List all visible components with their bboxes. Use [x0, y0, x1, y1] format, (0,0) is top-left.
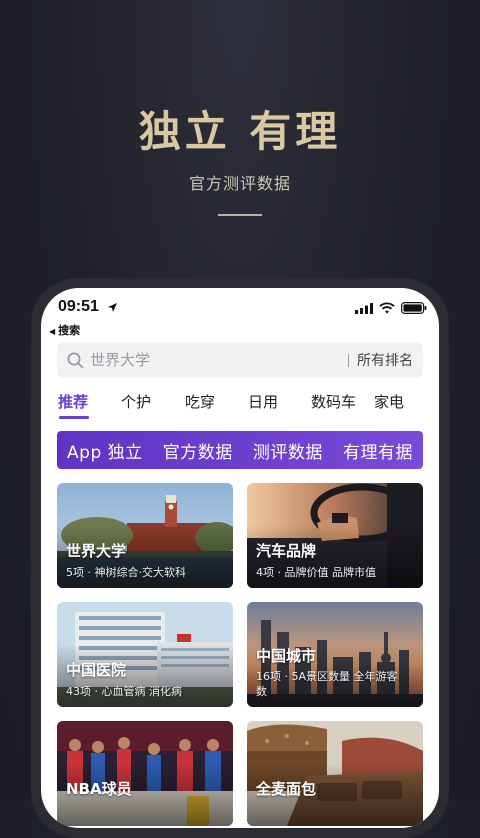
card-desc: 5项 · 神树综合·交大软科: [66, 566, 186, 579]
search-input[interactable]: 世界大学: [90, 349, 150, 370]
back-triangle-icon: ◀: [49, 327, 56, 336]
card-title: 全麦面包: [256, 780, 317, 798]
tab-active-indicator: [59, 416, 89, 419]
card-china-cities[interactable]: 中国城市 16项 · 5A景区数量 全年游客数: [247, 602, 423, 707]
card-title: 世界大学: [66, 542, 127, 560]
search-icon: [67, 352, 84, 369]
signal-icon: [355, 302, 373, 314]
hero-subtitle: 官方测评数据: [188, 174, 291, 193]
banner-item: 测评数据: [252, 442, 323, 463]
tab-appliances[interactable]: 家电: [374, 391, 404, 412]
card-desc: 43项 · 心血管病 消化病: [66, 685, 182, 698]
status-bar: 09:51: [41, 298, 439, 322]
promo-banner[interactable]: App 独立 官方数据 测评数据 有理有据: [57, 431, 423, 469]
card-desc: 4项 · 品牌价值 品牌市值: [256, 566, 376, 579]
status-time: 09:51: [58, 298, 99, 315]
banner-item: 官方数据: [162, 442, 233, 463]
back-label: 搜索: [58, 324, 81, 337]
card-china-hospitals[interactable]: 中国医院 43项 · 心血管病 消化病: [57, 602, 233, 707]
card-title: NBA球员: [66, 780, 132, 798]
card-title: 中国城市: [256, 647, 317, 665]
card-world-universities[interactable]: 世界大学 5项 · 神树综合·交大软科: [57, 483, 233, 588]
category-tabs: 推荐 个护 吃穿 日用 数码车 家电: [41, 391, 439, 419]
card-nba-players[interactable]: NBA球员: [57, 721, 233, 826]
card-desc: 16项 · 5A景区数量 全年游客数: [256, 670, 398, 698]
hero-divider: [218, 214, 262, 216]
tab-digital-car[interactable]: 数码车: [311, 391, 356, 412]
card-car-brands[interactable]: 汽车品牌 4项 · 品牌价值 品牌市值: [247, 483, 423, 588]
hero-title: 独立 有理: [138, 107, 342, 156]
card-title: 中国医院: [66, 661, 127, 679]
back-button[interactable]: ◀ 搜索: [49, 322, 80, 338]
location-arrow-icon: [108, 303, 117, 312]
banner-item: App 独立: [67, 442, 143, 463]
status-icons: [355, 302, 427, 314]
battery-icon: [401, 302, 427, 314]
search-bar[interactable]: 世界大学 所有排名: [57, 342, 423, 378]
banner-item: 有理有据: [342, 442, 413, 463]
card-whole-wheat-bread[interactable]: 全麦面包: [247, 721, 423, 826]
card-title: 汽车品牌: [256, 542, 317, 560]
tab-food-clothing[interactable]: 吃穿: [185, 391, 215, 412]
search-divider: [348, 354, 349, 367]
tab-recommend[interactable]: 推荐: [58, 391, 88, 412]
all-rankings-link[interactable]: 所有排名: [357, 350, 413, 370]
tab-daily-use[interactable]: 日用: [248, 391, 278, 412]
tab-personal-care[interactable]: 个护: [121, 391, 151, 412]
wifi-icon: [379, 302, 395, 314]
phone-screen: 09:51 ◀ 搜索 世界大学 所有排名 推荐 个护 吃穿 日用 数码车 家电 …: [41, 288, 439, 828]
